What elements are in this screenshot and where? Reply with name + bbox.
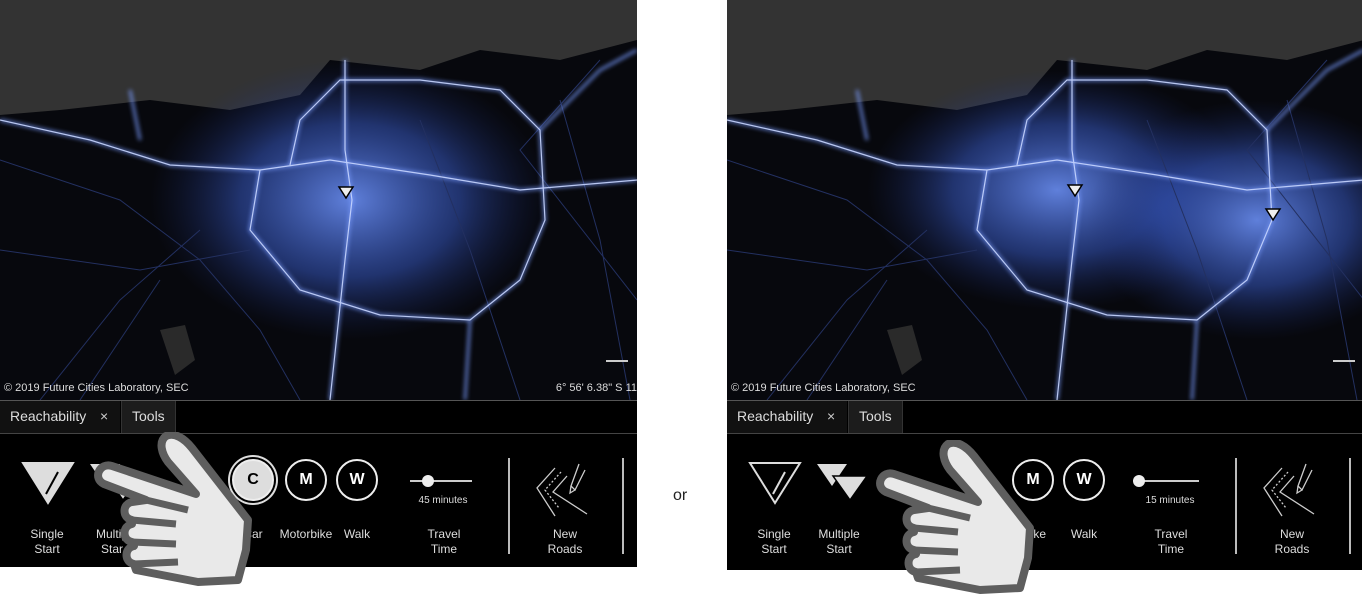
map-attribution: © 2019 Future Cities Laboratory, SEC <box>731 382 916 394</box>
walk-label: Walk <box>343 527 371 541</box>
map-canvas[interactable] <box>727 0 1362 400</box>
new-roads-label: New Roads <box>547 527 583 556</box>
scale-bar <box>1333 360 1355 362</box>
new-roads-label: New Roads <box>1274 527 1310 556</box>
travel-time-value: 15 minutes <box>1145 495 1195 506</box>
walk-mode-button[interactable]: W <box>1063 459 1105 501</box>
divider <box>622 458 624 554</box>
close-tab-icon[interactable]: × <box>827 401 835 432</box>
tab-tools[interactable]: Tools <box>121 401 176 433</box>
travel-time-slider-knob[interactable] <box>1133 475 1145 487</box>
scale-bar <box>606 360 628 362</box>
travel-time-label: Travel Time <box>1154 527 1188 556</box>
divider <box>1349 458 1351 554</box>
walk-letter: W <box>349 471 365 488</box>
close-tab-icon[interactable]: × <box>100 401 108 432</box>
tab-label: Tools <box>132 408 165 424</box>
new-roads-icon[interactable] <box>535 462 593 520</box>
multiple-start-label: Multiple Start <box>818 527 860 556</box>
divider <box>1235 458 1237 554</box>
multiple-start-icon[interactable] <box>815 462 871 502</box>
travel-time-slider-knob[interactable] <box>421 475 434 487</box>
coordinate-readout: 6° 56' 6.38" S 11 <box>555 382 637 394</box>
single-start-icon[interactable] <box>20 460 76 506</box>
motorbike-letter: M <box>299 471 313 488</box>
tab-reachability[interactable]: Reachability × <box>0 401 120 433</box>
pointing-hand-cursor-icon <box>876 440 1034 594</box>
tab-tools[interactable]: Tools <box>848 401 903 433</box>
tab-label: Tools <box>859 408 892 424</box>
map-attribution: © 2019 Future Cities Laboratory, SEC <box>4 382 189 394</box>
tab-label: Reachability <box>10 408 87 424</box>
tab-reachability[interactable]: Reachability × <box>727 401 847 433</box>
walk-label: Walk <box>1070 527 1098 541</box>
single-start-icon[interactable] <box>747 460 803 506</box>
tab-label: Reachability <box>737 408 814 424</box>
walk-letter: W <box>1076 471 1092 488</box>
map-canvas[interactable] <box>0 0 637 400</box>
reachability-area <box>150 60 550 340</box>
motorbike-mode-button[interactable]: M <box>285 459 327 501</box>
walk-mode-button[interactable]: W <box>336 459 378 501</box>
divider <box>508 458 510 554</box>
pointing-hand-cursor-icon <box>94 432 252 586</box>
reachability-app-panel: © 2019 Future Cities Laboratory, SEC Rea… <box>727 0 1362 570</box>
or-separator: or <box>673 487 688 504</box>
travel-time-value: 45 minutes <box>418 495 468 506</box>
travel-time-slider[interactable] <box>1137 480 1199 482</box>
new-roads-icon[interactable] <box>1262 462 1320 520</box>
tab-bar: Reachability × Tools <box>727 400 1362 434</box>
travel-time-slider[interactable] <box>410 480 472 482</box>
tab-bar: Reachability × Tools <box>0 400 637 434</box>
travel-time-label: Travel Time <box>427 527 461 556</box>
